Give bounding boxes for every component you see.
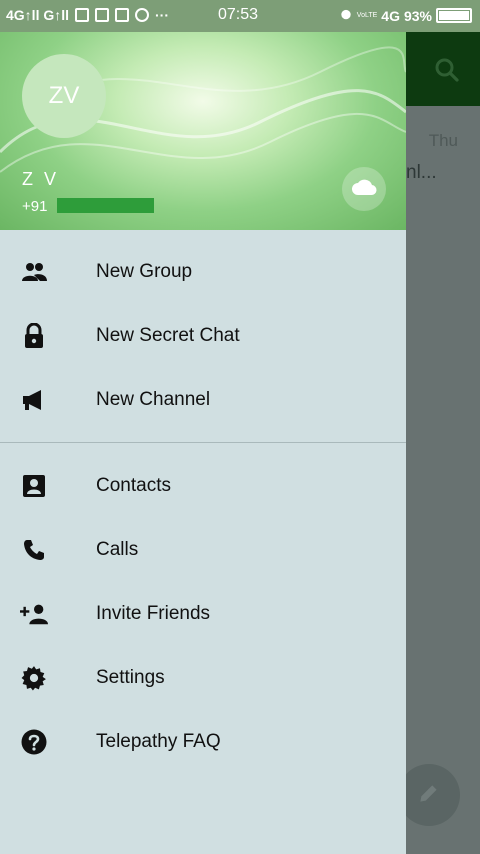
compose-button[interactable] — [398, 764, 460, 826]
menu-item-label: New Channel — [96, 389, 211, 410]
menu-item-new-secret-chat[interactable]: New Secret Chat — [0, 304, 406, 368]
menu-item-calls[interactable]: Calls — [0, 518, 406, 582]
add-person-icon — [20, 602, 48, 626]
signal-indicator: 4G↑ll G↑ll — [6, 7, 70, 23]
mail-notification-icon-2 — [115, 8, 130, 22]
menu-item-label: Contacts — [96, 475, 171, 496]
menu-item-new-group[interactable]: New Group — [0, 240, 406, 304]
battery-icon — [436, 8, 472, 23]
status-bar: 4G↑ll G↑ll ··· 07:53 VoLTE 4G 93% — [0, 0, 480, 32]
menu-item-contacts[interactable]: Contacts — [0, 454, 406, 518]
phone-redaction — [57, 198, 154, 213]
chat-snippet: nl... — [406, 162, 437, 183]
pencil-icon — [416, 780, 442, 811]
chat-date: Thu — [428, 131, 458, 150]
user-name: Z V — [22, 169, 60, 189]
volte-indicator: VoLTE — [356, 12, 378, 19]
menu-item-settings[interactable]: Settings — [0, 646, 406, 710]
contact-card-icon — [20, 474, 48, 498]
alarm-icon — [339, 7, 353, 24]
menu-item-label: Invite Friends — [96, 603, 211, 624]
menu-item-new-channel[interactable]: New Channel — [0, 368, 406, 432]
menu-item-invite-friends[interactable]: Invite Friends — [0, 582, 406, 646]
drawer-menu: New Group New Secret Chat New Channel Co… — [0, 240, 406, 774]
battery-fill — [439, 11, 469, 20]
menu-item-label: Calls — [96, 539, 139, 560]
menu-divider — [0, 442, 406, 443]
help-icon — [20, 729, 48, 755]
search-icon[interactable] — [432, 55, 462, 85]
lock-icon — [20, 323, 48, 348]
status-time: 07:53 — [218, 6, 259, 23]
gear-icon — [20, 666, 48, 691]
megaphone-icon — [20, 388, 48, 412]
facebook-notification-icon — [75, 8, 90, 22]
saved-messages-button[interactable] — [342, 167, 386, 211]
menu-item-label: New Secret Chat — [96, 325, 240, 346]
menu-item-label: Settings — [96, 667, 165, 688]
battery-percent: 93% — [403, 7, 432, 24]
avatar[interactable]: ZV — [22, 54, 106, 138]
drawer-header: ZV Z V +91 — [0, 32, 406, 230]
menu-item-label: Telepathy FAQ — [96, 731, 221, 752]
whatsapp-notification-icon — [135, 8, 150, 22]
menu-item-label: New Group — [96, 261, 193, 282]
phone-icon — [20, 538, 48, 562]
cloud-icon — [351, 178, 377, 201]
group-icon — [20, 260, 48, 284]
mail-notification-icon — [95, 8, 110, 22]
menu-item-telepathy-faq[interactable]: Telepathy FAQ — [0, 710, 406, 774]
more-notifications: ··· — [155, 7, 170, 23]
network-type: 4G — [381, 7, 400, 24]
user-phone: +91 — [22, 198, 48, 215]
navigation-drawer: ZV Z V +91 New Group New Secret Chat New… — [0, 32, 406, 854]
